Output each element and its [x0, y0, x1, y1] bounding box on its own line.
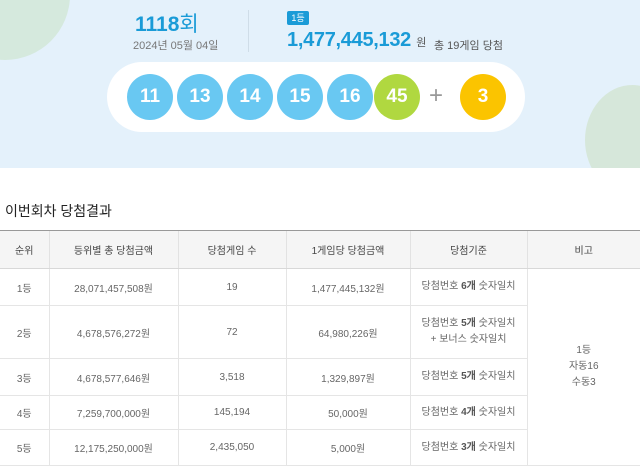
bonus-ball: 3 — [460, 74, 506, 120]
rank-badge: 1등 — [287, 11, 309, 25]
rank-cell: 3등 — [0, 358, 49, 396]
criteria-cell: 당첨번호 4개 숫자일치 — [409, 395, 527, 430]
per-game-prize-cell: 50,000원 — [285, 395, 410, 430]
total-prize-cell: 12,175,250,000원 — [48, 429, 178, 466]
winning-games-cell: 19 — [177, 268, 286, 306]
total-prize-cell: 4,678,576,272원 — [48, 305, 178, 359]
column-header: 비고 — [526, 230, 640, 269]
criteria-cell: 당첨번호 5개 숫자일치 + 보너스 숫자일치 — [409, 305, 527, 359]
per-game-prize-cell: 1,329,897원 — [285, 358, 410, 396]
number-ball: 14 — [227, 74, 273, 120]
draw-round: 1118회 — [135, 13, 199, 36]
remarks-cell: 1등 자동16 수동3 — [526, 268, 640, 466]
rank-cell: 4등 — [0, 395, 49, 430]
rank-cell: 2등 — [0, 305, 49, 359]
column-header: 등위별 총 당첨금액 — [48, 230, 178, 269]
column-header: 당첨기준 — [409, 230, 527, 269]
criteria-cell: 당첨번호 6개 숫자일치 — [409, 268, 527, 306]
per-game-prize-cell: 1,477,445,132원 — [285, 268, 410, 306]
winners-count: 총 19게임 당첨 — [434, 40, 503, 52]
decorative-circle — [0, 0, 70, 60]
table-header-row: 순위 등위별 총 당첨금액 당첨게임 수 1게임당 당첨금액 당첨기준 비고 — [0, 230, 640, 269]
number-ball: 11 — [127, 74, 173, 120]
rank-cell: 5등 — [0, 429, 49, 466]
winning-games-cell: 145,194 — [177, 395, 286, 430]
criteria-cell: 당첨번호 5개 숫자일치 — [409, 358, 527, 396]
draw-date: 2024년 05월 04일 — [133, 40, 219, 52]
total-prize-cell: 4,678,577,646원 — [48, 358, 178, 396]
number-ball: 13 — [177, 74, 223, 120]
winning-games-cell: 2,435,050 — [177, 429, 286, 466]
total-prize-cell: 28,071,457,508원 — [48, 268, 178, 306]
divider — [248, 10, 249, 52]
per-game-prize-cell: 64,980,226원 — [285, 305, 410, 359]
number-ball: 45 — [374, 74, 420, 120]
first-prize-amount: 1,477,445,132 원 — [287, 29, 427, 51]
number-ball: 16 — [327, 74, 373, 120]
number-ball: 15 — [277, 74, 323, 120]
winning-games-cell: 3,518 — [177, 358, 286, 396]
total-prize-cell: 7,259,700,000원 — [48, 395, 178, 430]
results-table: 순위 등위별 총 당첨금액 당첨게임 수 1게임당 당첨금액 당첨기준 비고 1… — [0, 230, 640, 466]
per-game-prize-cell: 5,000원 — [285, 429, 410, 466]
column-header: 순위 — [0, 230, 49, 269]
section-title: 이번회차 당첨결과 — [5, 203, 112, 219]
column-header: 1게임당 당첨금액 — [285, 230, 410, 269]
rank-cell: 1등 — [0, 268, 49, 306]
table-row: 1등 28,071,457,508원 19 1,477,445,132원 당첨번… — [0, 268, 640, 466]
column-header: 당첨게임 수 — [177, 230, 286, 269]
decorative-circle — [585, 85, 640, 168]
plus-sign: + — [429, 82, 444, 109]
winning-numbers-panel: 11 13 14 15 16 45 + 3 — [107, 62, 525, 132]
criteria-cell: 당첨번호 3개 숫자일치 — [409, 429, 527, 466]
draw-summary-banner: 1118회 2024년 05월 04일 1등 1,477,445,132 원 총… — [0, 0, 640, 168]
winning-games-cell: 72 — [177, 305, 286, 359]
